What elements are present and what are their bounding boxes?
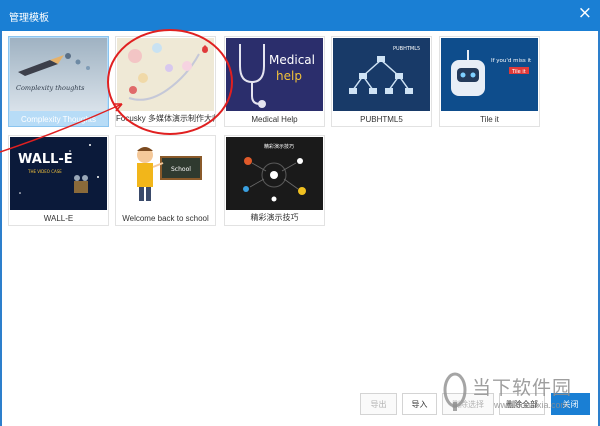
dialog-border-left [0, 31, 2, 426]
tips-thumbnail-art: 精彩演示技巧 [226, 137, 323, 210]
template-label: Complexity Thoughts [21, 115, 96, 124]
thumbnail-title: WALL-E [18, 152, 73, 167]
template-label: Focusky 多媒体演示制作大师 [116, 114, 215, 123]
template-thumbnail: If you'd miss it Tile it [441, 38, 538, 111]
dialog-title: 管理模板 [9, 13, 49, 24]
thumbnail-text: Complexity thoughts [16, 84, 85, 92]
thumbnail-subtitle: help [276, 69, 302, 83]
thumbnail-subtitle: THE VIDEO CASE [27, 169, 62, 174]
template-thumbnail: PUBHTML5 [333, 38, 430, 111]
template-thumbnail [117, 38, 214, 111]
complexity-thumbnail-art: Complexity thoughts [10, 38, 107, 111]
template-card-medical-help[interactable]: Medical help Medical Help [224, 36, 325, 127]
template-label: 精彩演示技巧 [250, 213, 299, 222]
template-card-complexity-thoughts[interactable]: Complexity thoughts Complexity Thoughts [8, 36, 109, 127]
delete-all-button[interactable]: 删除全部 [499, 393, 545, 415]
template-card-presentation-tips[interactable]: 精彩演示技巧 精彩演示技巧 [224, 135, 325, 226]
template-thumbnail: WALL-E THE VIDEO CASE [10, 137, 107, 210]
title-bar: 管理模板 × [0, 0, 600, 31]
focusky-thumbnail-art [117, 38, 214, 111]
walle-thumbnail-art: WALL-E THE VIDEO CASE [10, 137, 107, 210]
pubhtml5-thumbnail-art: PUBHTML5 [333, 38, 430, 111]
template-card-pubhtml5[interactable]: PUBHTML5 PUBHTML5 [331, 36, 432, 127]
school-thumbnail-art: School [117, 137, 214, 210]
tileit-thumbnail-art: If you'd miss it Tile it [441, 38, 538, 111]
template-card-wall-e[interactable]: WALL-E THE VIDEO CASE WALL-E [8, 135, 109, 226]
template-label: PUBHTML5 [360, 115, 403, 124]
medical-thumbnail-art: Medical help [226, 38, 323, 111]
template-thumbnail: Medical help [226, 38, 323, 111]
thumbnail-text: If you'd miss it [491, 58, 532, 64]
thumbnail-title: Medical [269, 53, 315, 67]
thumbnail-text: School [171, 166, 191, 173]
import-button[interactable]: 导入 [402, 393, 437, 415]
thumbnail-text: 精彩演示技巧 [264, 143, 294, 150]
template-label: WALL-E [43, 214, 74, 223]
template-card-welcome-back-to-school[interactable]: School Welcome back to school [115, 135, 216, 226]
template-label: Medical Help [251, 115, 298, 124]
template-label: Welcome back to school [122, 214, 209, 223]
export-button[interactable]: 导出 [360, 393, 397, 415]
thumbnail-text: PUBHTML5 [393, 46, 420, 52]
template-label: Tile it [480, 115, 499, 124]
delete-selected-button[interactable]: 删除选择 [442, 393, 494, 415]
thumbnail-badge: Tile it [511, 69, 526, 75]
template-thumbnail: Complexity thoughts [10, 38, 107, 111]
template-card-focusky[interactable]: Focusky 多媒体演示制作大师 [115, 36, 216, 127]
close-icon[interactable]: × [578, 5, 592, 22]
template-thumbnail: 精彩演示技巧 [226, 137, 323, 210]
template-card-tile-it[interactable]: If you'd miss it Tile it Tile it [439, 36, 540, 127]
close-button[interactable]: 关闭 [551, 393, 590, 415]
template-thumbnail: School [117, 137, 214, 210]
